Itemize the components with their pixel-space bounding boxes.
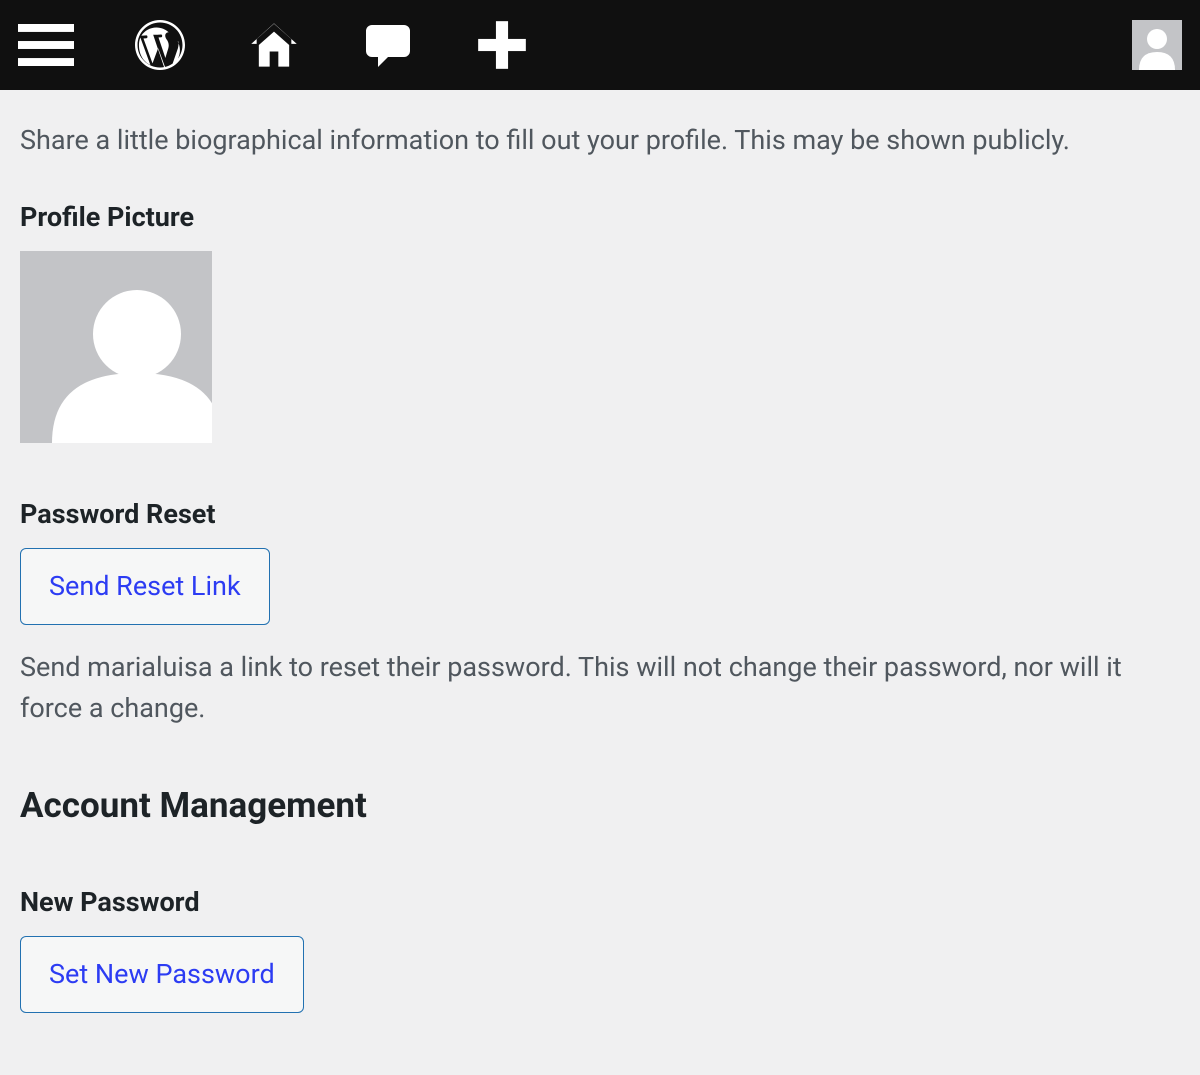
wordpress-icon[interactable] [132, 17, 188, 73]
home-icon[interactable] [246, 17, 302, 73]
password-reset-label: Password Reset [20, 498, 1180, 530]
plus-icon[interactable] [474, 17, 530, 73]
account-management-heading: Account Management [20, 785, 1180, 826]
comment-icon[interactable] [360, 17, 416, 73]
profile-picture-label: Profile Picture [20, 201, 1180, 233]
set-new-password-button[interactable]: Set New Password [20, 936, 304, 1013]
admin-bar-right [1132, 20, 1182, 70]
send-reset-link-button[interactable]: Send Reset Link [20, 548, 270, 625]
profile-picture-avatar [20, 251, 212, 443]
admin-bar [0, 0, 1200, 90]
bio-description-text: Share a little biographical information … [20, 120, 1180, 161]
content-area: Share a little biographical information … [0, 90, 1200, 1075]
admin-bar-left [18, 17, 1132, 73]
menu-icon[interactable] [18, 17, 74, 73]
new-password-label: New Password [20, 886, 1180, 918]
password-reset-help: Send marialuisa a link to reset their pa… [20, 647, 1180, 731]
user-avatar-small[interactable] [1132, 20, 1182, 70]
